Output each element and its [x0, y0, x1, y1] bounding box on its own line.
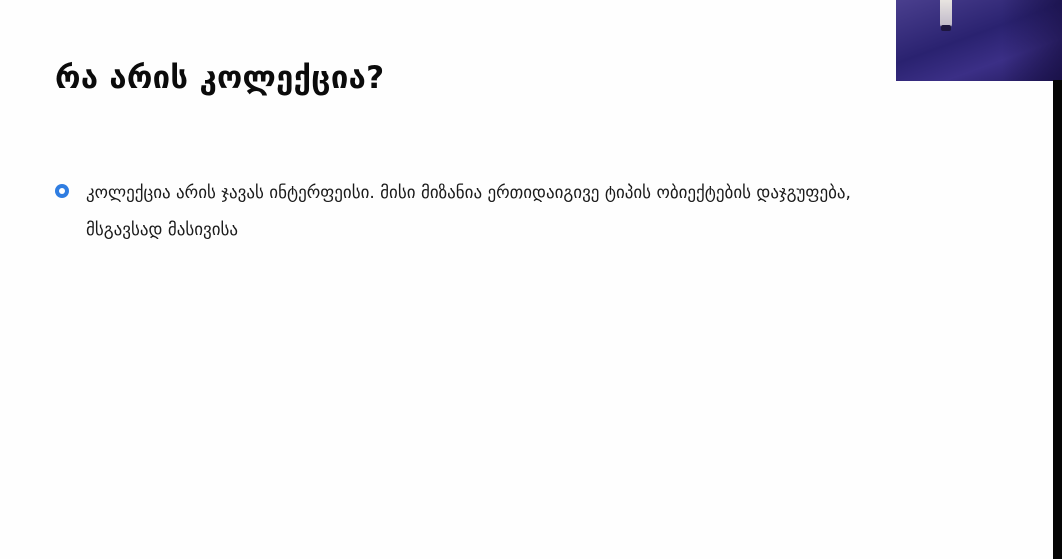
bullet-text-line-2: მსგავსად მასივისა: [86, 220, 239, 240]
slide-title: რა არის კოლექცია?: [55, 60, 385, 96]
bullet-text-line-1: კოლექცია არის ჯავას ინტერფეისი. მისი მიზ…: [86, 183, 851, 203]
radio-bullet-icon: [55, 184, 69, 198]
presentation-slide: რა არის კოლექცია? კოლექცია არის ჯავას ინ…: [0, 0, 1052, 559]
bullet-text: კოლექცია არის ჯავას ინტერფეისი. მისი მიზ…: [86, 175, 851, 249]
webcam-overlay: [896, 0, 1062, 81]
window-edge-bar: [1053, 80, 1062, 559]
webcam-person-figure: [940, 0, 952, 31]
webcam-shade: [1002, 0, 1062, 81]
bullet-item: კოლექცია არის ჯავას ინტერფეისი. მისი მიზ…: [55, 178, 1015, 249]
